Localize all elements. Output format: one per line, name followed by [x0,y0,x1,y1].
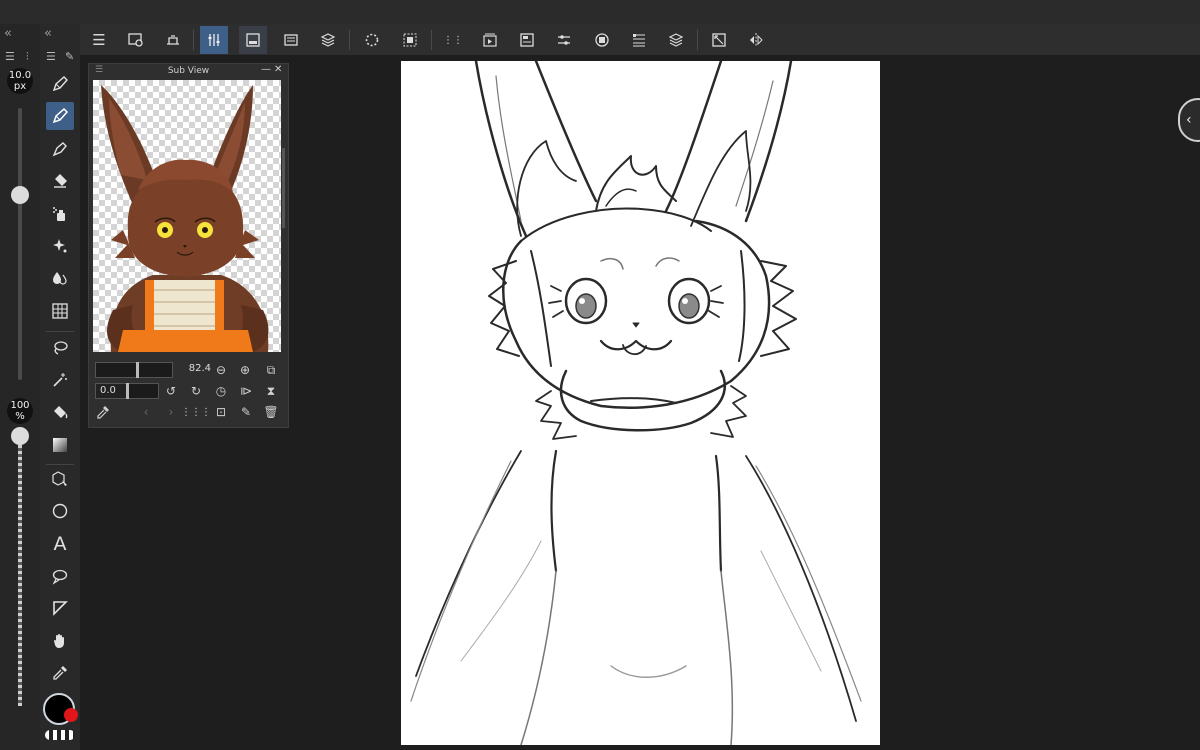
adjust-icon[interactable] [550,26,578,54]
flip-horizontal-icon[interactable]: ⧐ [236,382,256,400]
selection-icon[interactable] [396,26,424,54]
opacity-readout: 100 % [7,398,33,424]
expand-panel-handle[interactable]: ‹ [1178,98,1200,142]
next-image-icon[interactable]: › [161,403,181,421]
balloon-icon[interactable] [46,562,74,590]
figure-icon[interactable] [46,497,74,525]
opacity-value: 100 [10,400,30,411]
sub-view-title: Sub View [167,66,210,76]
flip-vertical-icon[interactable]: ⧗ [261,382,281,400]
collapse-tools-icon[interactable]: « [44,26,52,41]
loading-icon[interactable] [358,26,386,54]
separator [349,30,350,50]
sub-view-panel: ☰ Sub View — ✕ 82.4 ⊖ ⊕ ⧉ 0.0 ↺ ↻ ◷ ⧐ ⧗ … [88,63,289,428]
separator [193,30,194,50]
chevron-left-icon: ‹ [1186,112,1192,128]
add-image-icon[interactable]: ⊡ [211,403,231,421]
hand-icon[interactable] [46,627,74,655]
rotate-left-icon[interactable]: ↺ [161,382,181,400]
zoom-slider-handle[interactable] [136,362,139,378]
eyedropper-icon[interactable] [46,659,74,687]
minimize-icon[interactable]: — [261,64,271,75]
blend-icon[interactable] [46,264,74,292]
close-icon[interactable]: ✕ [274,64,282,75]
grid-icon[interactable]: ⋮⋮ [439,26,467,54]
mesh-icon[interactable] [46,297,74,325]
zoom-value: 82.4 [188,363,211,374]
title-strip [0,0,1200,24]
sub-color-swatch[interactable] [64,708,78,722]
pen-selected-icon[interactable] [46,102,74,130]
tool-separator [46,331,74,332]
separator [431,30,432,50]
sliders-icon[interactable]: ⫶ [26,50,29,64]
pen-mini-icon: ✎ [65,50,75,63]
brush-size-thumb[interactable] [11,186,29,205]
layer-search-icon[interactable] [625,26,653,54]
sub-view-scrollbar[interactable] [282,148,285,228]
eraser-icon[interactable] [46,167,74,195]
fill-icon[interactable] [46,398,74,426]
transparent-color-swatch[interactable] [45,730,75,740]
zoom-out-icon[interactable]: ⊖ [211,361,231,379]
opacity-slider[interactable] [18,436,22,706]
previous-image-icon[interactable]: ‹ [136,403,156,421]
grip-icon: ☰ [46,50,56,63]
magic-wand-icon[interactable] [46,366,74,394]
rotation-slider-handle[interactable] [126,383,129,399]
image-list-icon[interactable]: ⋮⋮⋮ [181,403,211,421]
brush-size-unit: px [13,81,27,92]
gradient-icon[interactable] [46,431,74,459]
airbrush-icon[interactable] [46,200,74,228]
reference-image[interactable] [93,80,281,352]
flip-icon[interactable] [742,26,770,54]
rotation-slider[interactable]: 0.0 [95,383,159,399]
decoration-icon[interactable] [46,232,74,260]
collapse-left-icon[interactable]: « [4,26,12,41]
gallery-icon[interactable] [159,26,187,54]
fit-icon[interactable] [705,26,733,54]
grip-icon: ☰ [5,50,15,63]
opacity-thumb[interactable] [11,427,29,445]
operation-icon[interactable] [46,465,74,493]
pen-icon[interactable] [46,70,74,98]
zoom-slider[interactable] [95,362,173,378]
delete-image-icon[interactable]: 🗑 [261,403,281,421]
brush-controls-column: « ☰ ⫶ 10.0 px 100 % [0,24,40,750]
text-icon[interactable]: A [46,530,74,558]
navigator-icon[interactable] [513,26,541,54]
opacity-unit: % [15,411,25,422]
brush-size-slider[interactable] [18,108,22,380]
zoom-in-icon[interactable]: ⊕ [235,361,255,379]
layers-icon[interactable] [314,26,342,54]
sub-tool-icon[interactable] [277,26,305,54]
rotation-value: 0.0 [100,385,116,396]
layer-stack-icon[interactable] [662,26,690,54]
command-bar: ☰ ⋮⋮ [80,24,1200,55]
tool-property-icon[interactable] [200,26,228,54]
menu-icon[interactable]: ☰ [85,26,113,54]
separator [697,30,698,50]
reset-rotation-icon[interactable]: ◷ [211,382,231,400]
lasso-icon[interactable] [46,334,74,362]
brush-size-readout: 10.0 px [7,68,33,94]
edit-image-icon[interactable]: ✎ [236,403,256,421]
animation-icon[interactable] [476,26,504,54]
color-circle-icon[interactable] [588,26,616,54]
find-icon[interactable] [122,26,150,54]
marker-icon[interactable] [46,135,74,163]
layer-property-icon[interactable] [239,26,267,54]
rotate-right-icon[interactable]: ↻ [186,382,206,400]
eyedropper-icon[interactable] [93,403,113,421]
ruler-icon[interactable] [46,594,74,622]
import-image-icon[interactable]: ⧉ [261,361,281,379]
brush-size-value: 10.0 [8,70,32,81]
drawing-canvas[interactable] [401,61,880,745]
